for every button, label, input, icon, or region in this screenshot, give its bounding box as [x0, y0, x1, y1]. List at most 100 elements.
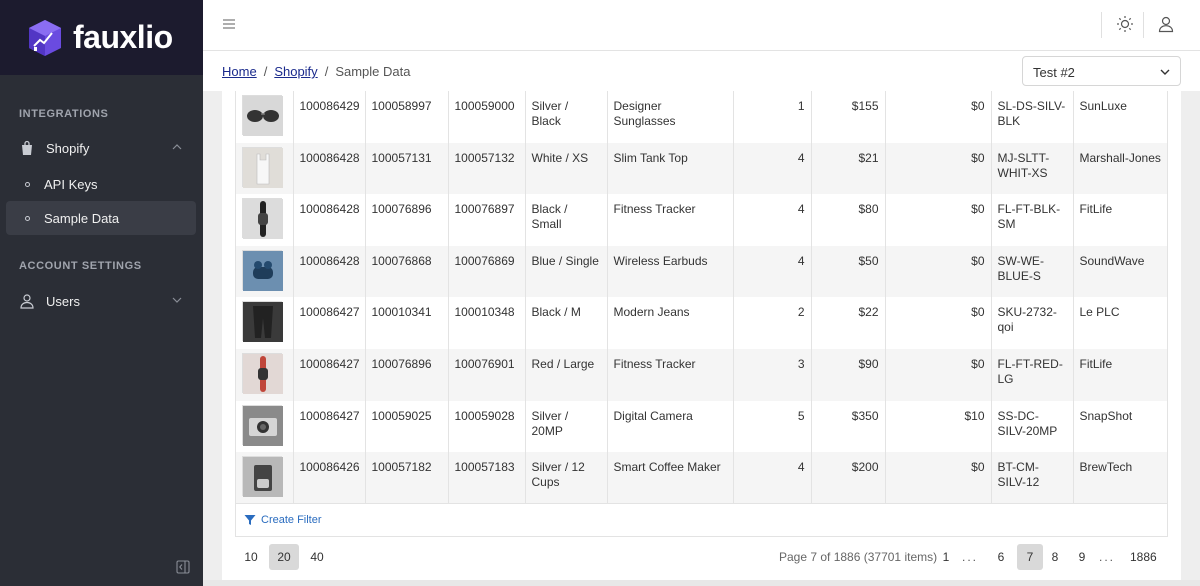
page-button-6[interactable]: 6	[988, 544, 1014, 570]
variant-option-cell: Silver / Black	[525, 91, 608, 143]
quantity-cell: 4	[733, 245, 812, 298]
order-id-cell: 100086427	[293, 297, 366, 349]
breadcrumb-home-link[interactable]: Home	[222, 64, 257, 79]
variant-id-cell: 100076901	[448, 348, 526, 401]
product-thumbnail	[242, 404, 283, 446]
page-size-20[interactable]: 20	[269, 544, 299, 570]
breadcrumb-separator: /	[263, 64, 268, 79]
vendor-cell: FitLife	[1073, 348, 1167, 401]
discount-cell: $0	[885, 91, 992, 143]
store-select[interactable]: Test #2	[1022, 56, 1181, 86]
sku-cell: FL-FT-RED-LG	[991, 348, 1074, 401]
price-cell: $21	[811, 142, 886, 195]
discount-cell: $0	[885, 297, 992, 349]
sidebar: fauxlio INTEGRATIONS Shopify API Keys Sa…	[0, 0, 203, 586]
sku-cell: SW-WE-BLUE-S	[991, 245, 1074, 298]
breadcrumb-current: Sample Data	[335, 64, 411, 79]
sku-cell: SS-DC-SILV-20MP	[991, 400, 1074, 453]
brand-name: fauxlio	[73, 19, 173, 55]
sku-cell: MJ-SLTT-WHIT-XS	[991, 142, 1074, 195]
variant-option-cell: Red / Large	[525, 348, 608, 401]
page-button-1[interactable]: 1	[933, 544, 959, 570]
store-select-value: Test #2	[1033, 65, 1075, 80]
breadcrumb: Home / Shopify / Sample Data	[222, 64, 410, 79]
filter-icon	[244, 515, 256, 525]
table-row[interactable]: 100086428 100076868 100076869 Blue / Single…	[236, 245, 1167, 298]
sidebar-item-label: API Keys	[44, 176, 98, 192]
quantity-cell: 3	[733, 348, 812, 401]
price-cell: $80	[811, 194, 886, 246]
table-row[interactable]: 100086428 100057131 100057132 White / XS Sli…	[236, 142, 1167, 195]
table-row[interactable]: 100086427 100076896 100076901 Red / Large Fi…	[236, 348, 1167, 401]
table-row[interactable]: 100086427 100010341 100010348 Black / M Mode…	[236, 297, 1167, 349]
sku-cell: FL-FT-BLK-SM	[991, 194, 1074, 246]
discount-cell: $0	[885, 348, 992, 401]
product-title-cell: Smart Coffee Maker	[607, 452, 734, 503]
price-cell: $90	[811, 348, 886, 401]
page-button-8[interactable]: 8	[1042, 544, 1068, 570]
product-id-cell: 100076868	[365, 245, 449, 298]
thumbnail-cell	[236, 400, 294, 453]
discount-cell: $0	[885, 194, 992, 246]
page-button-1886[interactable]: 1886	[1126, 544, 1161, 570]
sidebar-item-label: Sample Data	[44, 210, 120, 226]
product-thumbnail	[242, 456, 283, 498]
breadcrumb-bar: Home / Shopify / Sample Data Test #2	[203, 51, 1200, 91]
divider	[1143, 12, 1144, 38]
variant-id-cell: 100057183	[448, 452, 526, 503]
sidebar-item-label: Users	[46, 293, 80, 309]
sku-cell: SL-DS-SILV-BLK	[991, 91, 1074, 143]
price-cell: $200	[811, 452, 886, 503]
page-button-9[interactable]: 9	[1069, 544, 1095, 570]
page-size-10[interactable]: 10	[238, 544, 264, 570]
product-thumbnail	[242, 249, 283, 291]
collapse-sidebar-icon[interactable]	[176, 560, 190, 574]
order-id-cell: 100086427	[293, 400, 366, 453]
product-title-cell: Modern Jeans	[607, 297, 734, 349]
table-row[interactable]: 100086429 100058997 100059000 Silver / Blac…	[236, 91, 1167, 143]
discount-cell: $0	[885, 245, 992, 298]
variant-option-cell: Blue / Single	[525, 245, 608, 298]
data-table: 100086429 100058997 100059000 Silver / Blac…	[235, 91, 1168, 504]
sidebar-item-label: Shopify	[46, 140, 90, 156]
sidebar-item-api-keys[interactable]: API Keys	[6, 167, 196, 201]
variant-option-cell: White / XS	[525, 142, 608, 195]
theme-toggle-icon[interactable]	[1116, 15, 1134, 33]
discount-cell: $0	[885, 142, 992, 195]
product-id-cell: 100059025	[365, 400, 449, 453]
order-id-cell: 100086426	[293, 452, 366, 503]
variant-option-cell: Silver / 12 Cups	[525, 452, 608, 503]
discount-cell: $0	[885, 452, 992, 503]
quantity-cell: 5	[733, 400, 812, 453]
logo-icon	[29, 19, 61, 56]
create-filter-button[interactable]: Create Filter	[235, 504, 1168, 537]
topbar	[203, 0, 1200, 51]
product-thumbnail	[242, 198, 283, 240]
order-id-cell: 100086429	[293, 91, 366, 143]
sidebar-item-sample-data[interactable]: Sample Data	[6, 201, 196, 235]
sku-cell: BT-CM-SILV-12	[991, 452, 1074, 503]
page-size-40[interactable]: 40	[304, 544, 330, 570]
product-thumbnail	[242, 95, 283, 136]
order-id-cell: 100086427	[293, 348, 366, 401]
quantity-cell: 2	[733, 297, 812, 349]
table-row[interactable]: 100086427 100059025 100059028 Silver / 20MP…	[236, 400, 1167, 453]
sidebar-item-users[interactable]: Users	[6, 284, 196, 318]
shopping-bag-icon	[19, 140, 35, 156]
page-button-7[interactable]: 7	[1017, 544, 1043, 570]
menu-icon[interactable]	[222, 17, 236, 31]
product-id-cell: 100076896	[365, 194, 449, 246]
breadcrumb-shopify-link[interactable]: Shopify	[274, 64, 317, 79]
user-account-icon[interactable]	[1157, 15, 1175, 33]
breadcrumb-separator: /	[324, 64, 329, 79]
user-icon	[19, 293, 35, 309]
table-row[interactable]: 100086428 100076896 100076897 Black / Small…	[236, 194, 1167, 246]
order-id-cell: 100086428	[293, 245, 366, 298]
product-thumbnail	[242, 301, 283, 343]
page-ellipsis: ...	[1099, 550, 1116, 564]
table-row[interactable]: 100086426 100057182 100057183 Silver / 12 C…	[236, 452, 1167, 503]
section-integrations: INTEGRATIONS	[19, 108, 109, 120]
sidebar-item-shopify[interactable]: Shopify	[6, 131, 196, 165]
vendor-cell: SnapShot	[1079, 408, 1133, 423]
brand[interactable]: fauxlio	[0, 0, 203, 75]
